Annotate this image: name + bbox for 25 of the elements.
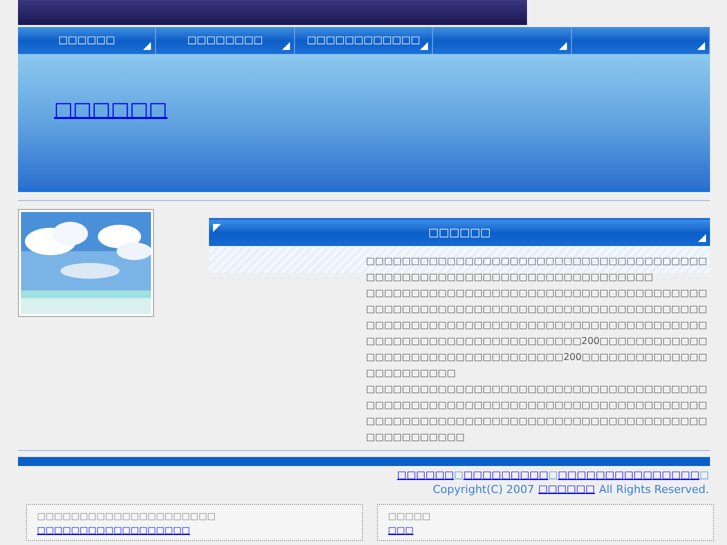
separator: □ bbox=[454, 469, 464, 483]
corner-icon bbox=[213, 224, 221, 232]
corner-icon bbox=[698, 234, 706, 242]
body-paragraph: □□□□□□□□□□□□□□□□□□□□□□□□□□□□□□□□□□□□□□□□□□□□□□□□□□□□□□□□□□□□□□□□□□□□□□ bbox=[366, 255, 708, 285]
separator: □ bbox=[700, 469, 709, 483]
corner-icon bbox=[143, 42, 152, 50]
footer-link[interactable]: □□□□□□□□□ bbox=[463, 469, 548, 483]
footer-link[interactable]: □□□□□□ bbox=[397, 469, 454, 483]
section-title: □□□□□□ bbox=[428, 224, 491, 241]
copyright-text: Copyright(C) 2007 bbox=[432, 483, 534, 497]
body-paragraph: □□□□□□□□□□□□□□□□□□□□□□□□□□□□□□□□□□□□□□□□□□□□□□□□□□□□□□□□□□□□□□□□□□□□□□□□□□□□□□□□□□□□□□□□□□□□□□□□□□□□□□□□□□□□□□□□□□□□□□□□□□□□□□□□□□□□□□□□□□200□□□□□□□□□□□□□□□□□□□□□□□□□□□□□□□□□□200□□□□□□□□□□□□□□□□□□□□□□□□ bbox=[366, 287, 708, 381]
corner-icon bbox=[697, 42, 706, 50]
body-paragraph: □□□□□□□□□□□□□□□□□□□□□□□□□□□□□□□□□□□□□□□□□□□□□□□□□□□□□□□□□□□□□□□□□□□□□□□□□□□□□□□□□□□□□□□□□□□□□□□□□□□□□□□□□□□□□□□□□□□□□□□□□□□□□ bbox=[366, 383, 708, 445]
corner-icon bbox=[420, 42, 428, 50]
info-label: □□□□□□□□□□□□□□□□□□□□□ bbox=[37, 511, 216, 524]
separator: □ bbox=[548, 469, 558, 483]
rights-text: All Rights Reserved. bbox=[598, 483, 709, 497]
footer-link[interactable]: □□□□□□□□□□□□□□□ bbox=[558, 469, 700, 483]
corner-icon bbox=[558, 42, 567, 50]
info-link[interactable]: □□□□□□□□□□□□□□□□□□ bbox=[37, 524, 190, 538]
info-link[interactable]: □□□ bbox=[388, 524, 414, 538]
corner-icon bbox=[282, 42, 290, 50]
info-label: □□□□□ bbox=[388, 511, 431, 524]
company-link[interactable]: □□□□□□ bbox=[538, 483, 595, 497]
site-title-link[interactable]: □□□□□□ bbox=[54, 94, 168, 124]
